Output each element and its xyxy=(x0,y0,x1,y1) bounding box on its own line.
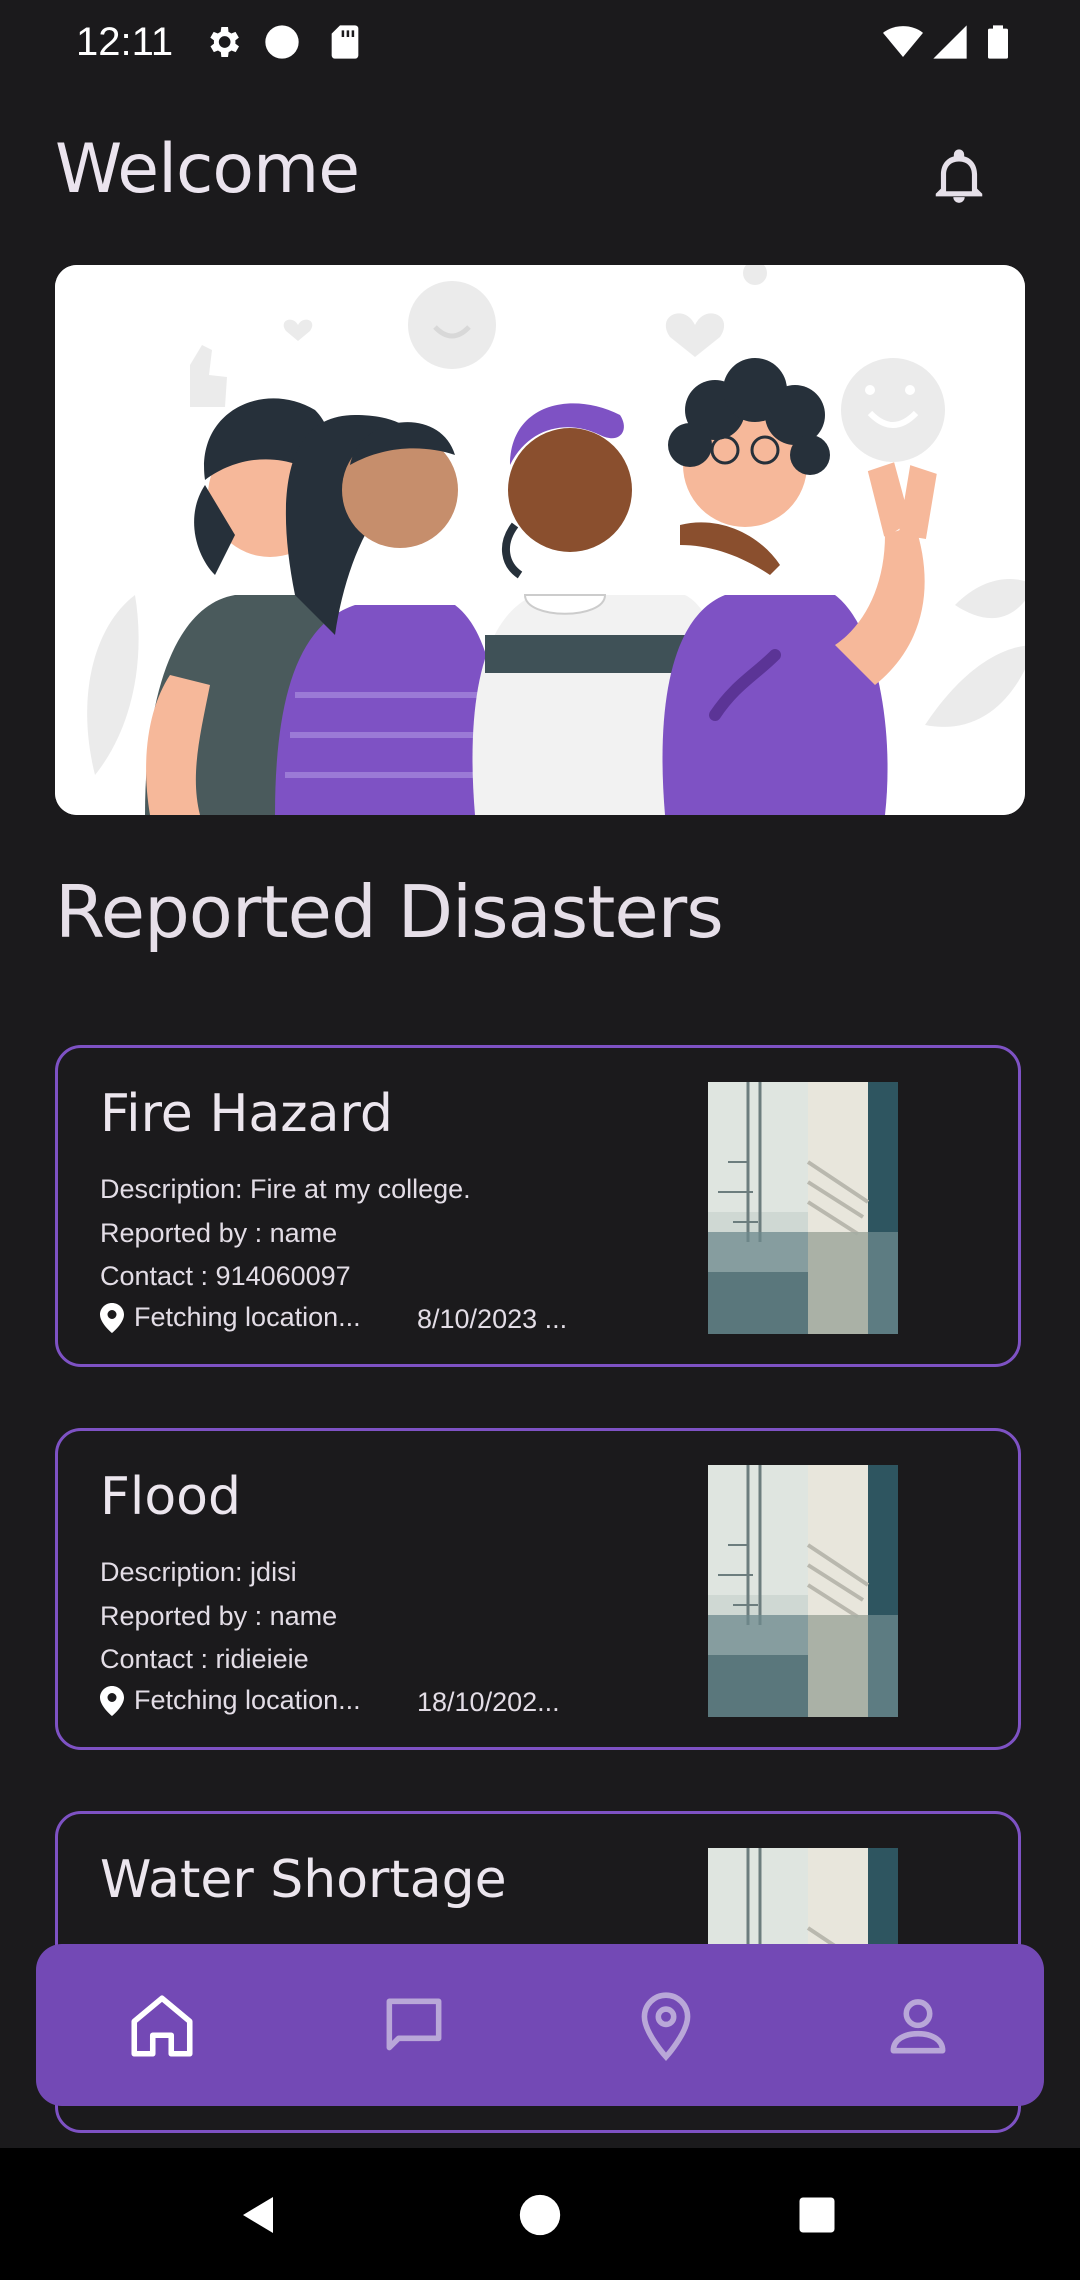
card-date: 8/10/2023 ... xyxy=(417,1304,568,1334)
back-icon xyxy=(243,2197,273,2233)
circle-icon xyxy=(265,25,299,59)
wifi-icon xyxy=(883,26,923,57)
nav-chat[interactable] xyxy=(372,1984,456,2068)
status-bar: 12:11 xyxy=(0,0,1080,88)
card-location-text: Fetching location... xyxy=(134,1302,361,1332)
nav-home[interactable] xyxy=(120,1984,204,2068)
person-icon xyxy=(890,1999,946,2054)
card-title: Flood xyxy=(100,1467,241,1527)
card-description: Description: Fire at my college. xyxy=(100,1174,471,1204)
nav-location[interactable] xyxy=(624,1984,708,2068)
bell-icon[interactable] xyxy=(928,144,990,210)
system-recents-button[interactable] xyxy=(782,2180,852,2250)
location-pin-icon xyxy=(100,1302,124,1333)
status-time: 12:11 xyxy=(76,20,174,64)
screen: 12:11 Welcome Reported Disasters Fire Ha… xyxy=(0,0,1080,2280)
bottom-navigation xyxy=(36,1944,1044,2106)
disaster-card-flood[interactable]: Flood Description: jdisi Reported by : n… xyxy=(55,1428,1021,1750)
flood-photo xyxy=(708,1082,898,1334)
sd-card-icon xyxy=(331,25,359,59)
signal-icon xyxy=(933,25,967,59)
flood-photo xyxy=(708,1465,898,1717)
home-icon xyxy=(131,1995,193,2057)
card-title: Water Shortage xyxy=(100,1850,507,1910)
card-contact: Contact : ridieieie xyxy=(100,1644,309,1674)
section-title: Reported Disasters xyxy=(55,870,724,954)
recents-icon xyxy=(799,2197,835,2233)
nav-profile[interactable] xyxy=(876,1984,960,2068)
system-navigation-bar xyxy=(0,2148,1080,2280)
card-location-text: Fetching location... xyxy=(134,1685,361,1715)
card-location: Fetching location... xyxy=(100,1302,361,1333)
gear-icon xyxy=(210,27,239,57)
card-contact: Contact : 914060097 xyxy=(100,1261,351,1291)
card-thumbnail xyxy=(708,1082,898,1334)
card-reported-by: Reported by : name xyxy=(100,1218,338,1248)
card-date: 18/10/202... xyxy=(417,1687,560,1717)
chat-icon xyxy=(386,1998,442,2051)
page-title: Welcome xyxy=(55,130,360,209)
card-reported-by: Reported by : name xyxy=(100,1601,338,1631)
location-pin-icon xyxy=(100,1685,124,1716)
card-title: Fire Hazard xyxy=(100,1084,393,1144)
hero-illustration xyxy=(55,265,1025,815)
battery-icon xyxy=(988,25,1008,59)
system-home-button[interactable] xyxy=(505,2180,575,2250)
disaster-card-fire-hazard[interactable]: Fire Hazard Description: Fire at my coll… xyxy=(55,1045,1021,1367)
system-back-button[interactable] xyxy=(224,2180,294,2250)
group-of-friends-illustration xyxy=(55,265,1025,815)
card-location: Fetching location... xyxy=(100,1685,361,1716)
home-circle-icon xyxy=(519,2194,561,2236)
card-description: Description: jdisi xyxy=(100,1557,297,1587)
location-pin-icon xyxy=(641,1992,691,2061)
card-thumbnail xyxy=(708,1465,898,1717)
